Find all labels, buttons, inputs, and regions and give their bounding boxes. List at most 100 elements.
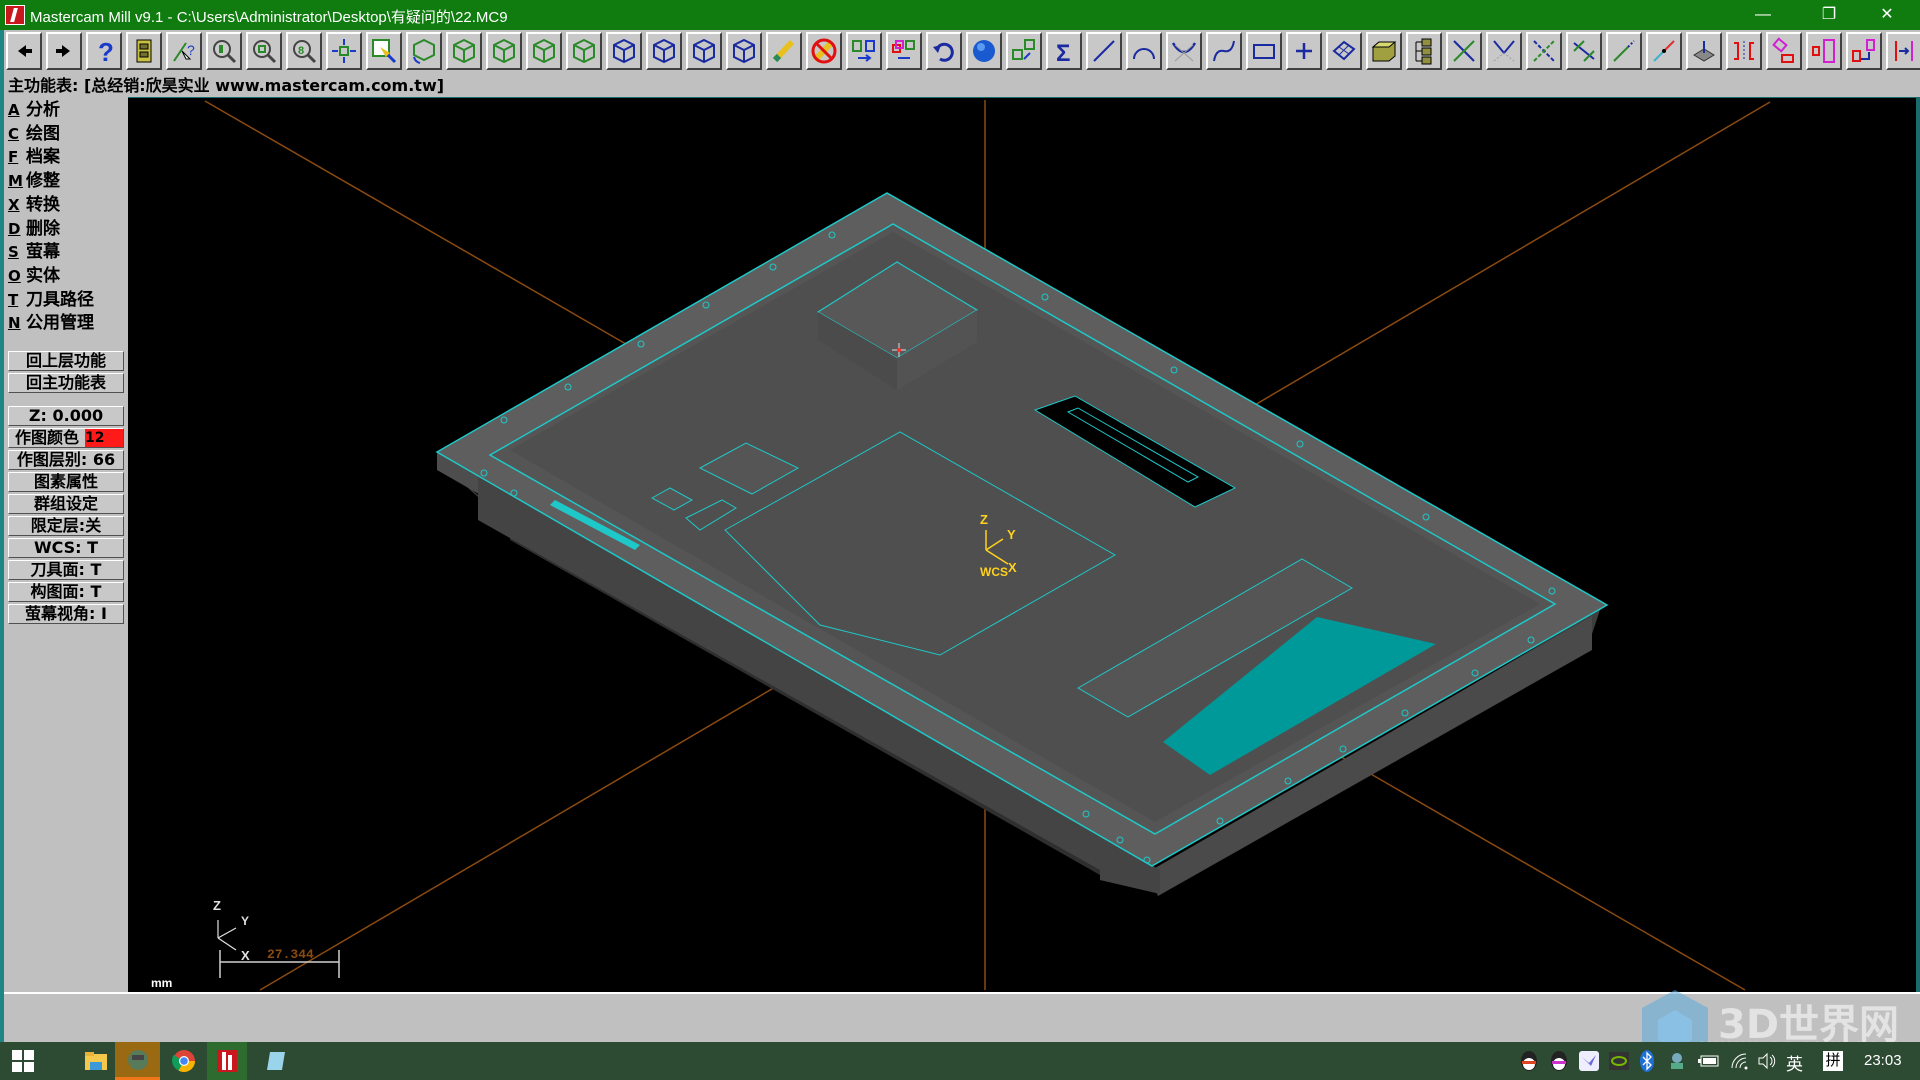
menu-item-o[interactable]: O 实体 xyxy=(8,265,60,288)
tray-qq-2[interactable] xyxy=(1546,1042,1572,1080)
back-up-button[interactable]: 回上层功能 xyxy=(8,351,124,371)
attributes-button[interactable]: 图素属性 xyxy=(8,472,124,492)
tray-qq-1[interactable] xyxy=(1516,1042,1542,1080)
graphics-viewport[interactable]: Z Y X WCS Z Y X 27.344 mm xyxy=(128,98,1916,992)
toolbar-zoom-window-button[interactable] xyxy=(206,32,242,70)
toolbar-fillet-button[interactable] xyxy=(1166,32,1202,70)
toolbar-offset-button[interactable] xyxy=(1886,32,1920,70)
toolbar-select-paint-button[interactable] xyxy=(366,32,402,70)
blue-cube-icon xyxy=(613,38,635,64)
z-depth-button[interactable]: Z: 0.000 xyxy=(8,406,124,426)
toolbar-solids-manager-button[interactable] xyxy=(1006,32,1042,70)
menu-item-s[interactable]: S 萤幕 xyxy=(8,241,60,264)
toolbar-rotate-view-button[interactable] xyxy=(406,32,442,70)
toolbar-cplane-side-button[interactable] xyxy=(686,32,722,70)
mastercam-app-icon[interactable] xyxy=(5,5,25,25)
main-menu-button[interactable]: 回主功能表 xyxy=(8,373,124,393)
toolbar-repaint-button[interactable] xyxy=(766,32,802,70)
color-button[interactable]: 作图颜色 12 xyxy=(8,428,124,448)
toolbar-analyze-sum-button[interactable]: Σ xyxy=(1046,32,1082,70)
tray-battery[interactable] xyxy=(1697,1042,1721,1080)
clock[interactable]: 23:03 xyxy=(1864,1052,1902,1069)
toolbar-create-arc-button[interactable] xyxy=(1126,32,1162,70)
toolbar-shade-button[interactable] xyxy=(966,32,1002,70)
toolbar-view-top-button[interactable] xyxy=(446,32,482,70)
question-icon: ? xyxy=(98,37,114,65)
menu-item-n[interactable]: N 公用管理 xyxy=(8,312,94,335)
tray-nvidia[interactable] xyxy=(1606,1042,1632,1080)
toolbar-extend-button[interactable] xyxy=(1606,32,1642,70)
toolbar-mirror-button[interactable] xyxy=(1726,32,1762,70)
ime-mode[interactable]: 拼 xyxy=(1823,1051,1843,1071)
toolbar-solid-box-button[interactable] xyxy=(1366,32,1402,70)
toolbar-undo-button[interactable] xyxy=(926,32,962,70)
gview-button[interactable]: 萤幕视角: I xyxy=(8,604,124,624)
level-button[interactable]: 作图层别: 66 xyxy=(8,450,124,470)
toolbar-forward-button[interactable] xyxy=(46,32,82,70)
menu-item-f[interactable]: F 档案 xyxy=(8,146,60,169)
toolbar-zoom-8-button[interactable]: 8 xyxy=(286,32,322,70)
zoom-fit-icon xyxy=(253,40,277,64)
toolbar-help-button[interactable]: ? xyxy=(86,32,122,70)
toolbar-spline-button[interactable] xyxy=(1206,32,1242,70)
tray-network-user[interactable] xyxy=(1665,1042,1689,1080)
toolbar-trim-3-button[interactable] xyxy=(1526,32,1562,70)
toolbar-translate-button[interactable] xyxy=(1846,32,1882,70)
tray-bird[interactable] xyxy=(1576,1042,1602,1080)
toolbar-point-button[interactable] xyxy=(1286,32,1322,70)
toolbar-context-help-button[interactable]: ? xyxy=(166,32,202,70)
restore-button[interactable]: ❐ xyxy=(1806,0,1852,30)
wcs-button[interactable]: WCS: T xyxy=(8,538,124,558)
close-button[interactable]: ✕ xyxy=(1864,0,1910,30)
tplane-button[interactable]: 刀具面: T xyxy=(8,560,124,580)
start-button[interactable] xyxy=(8,1042,38,1080)
menu-item-t[interactable]: T 刀具路径 xyxy=(8,289,94,312)
toolbar-cplane-3d-button[interactable] xyxy=(726,32,762,70)
menu-item-m[interactable]: M 修整 xyxy=(8,170,60,193)
taskbar-file-explorer[interactable] xyxy=(74,1042,118,1080)
solids-icon xyxy=(1012,39,1035,60)
toolbar-create-line-button[interactable] xyxy=(1086,32,1122,70)
toolbar-cplane-front-button[interactable] xyxy=(646,32,682,70)
menu-item-c[interactable]: C 绘图 xyxy=(8,123,60,146)
toolbar-project-button[interactable] xyxy=(1686,32,1722,70)
toolbar-zoom-fit-button[interactable] xyxy=(246,32,282,70)
toolbar-scale-button[interactable] xyxy=(1806,32,1842,70)
cplane-button[interactable]: 构图面: T xyxy=(8,582,124,602)
taskbar-chrome[interactable] xyxy=(166,1042,201,1080)
plus-icon xyxy=(1296,43,1312,59)
mask-button[interactable]: 限定层:关 xyxy=(8,516,124,536)
menu-item-d[interactable]: D 删除 xyxy=(8,218,60,241)
toolbar-trim-divide-button[interactable] xyxy=(1566,32,1602,70)
toolbar-clear-colors-button[interactable] xyxy=(806,32,842,70)
toolbar-rotate-button[interactable] xyxy=(1766,32,1802,70)
battery-icon xyxy=(1698,1055,1719,1067)
group-button[interactable]: 群组设定 xyxy=(8,494,124,514)
toolbar-back-button[interactable] xyxy=(6,32,42,70)
tray-wifi[interactable] xyxy=(1728,1042,1752,1080)
toolbar-operations-manager-button[interactable] xyxy=(1406,32,1442,70)
toolbar-pan-button[interactable] xyxy=(326,32,362,70)
toolbar-view-side-button[interactable] xyxy=(526,32,562,70)
toolbar-file-cabinet-button[interactable] xyxy=(126,32,162,70)
taskbar-notepad[interactable] xyxy=(258,1042,293,1080)
toolbar-rectangle-button[interactable] xyxy=(1246,32,1282,70)
toolbar-surface-button[interactable] xyxy=(1326,32,1362,70)
toolbar-trim-1-button[interactable] xyxy=(1446,32,1482,70)
toolbar-move-to-level-button[interactable] xyxy=(846,32,882,70)
taskbar-mastercam[interactable] xyxy=(207,1042,247,1080)
minimize-button[interactable]: — xyxy=(1740,0,1786,30)
tray-bluetooth[interactable] xyxy=(1636,1042,1658,1080)
menu-item-x[interactable]: X 转换 xyxy=(8,194,60,217)
taskbar-app-active[interactable] xyxy=(115,1042,160,1080)
ime-language[interactable]: 英 xyxy=(1786,1050,1803,1075)
toolbar-break-button[interactable] xyxy=(1646,32,1682,70)
toolbar-view-front-button[interactable] xyxy=(486,32,522,70)
toolbar-copy-to-level-button[interactable] xyxy=(886,32,922,70)
menu-item-a[interactable]: A 分析 xyxy=(8,99,60,122)
toolbar-cplane-top-button[interactable] xyxy=(606,32,642,70)
wcs-x-label: X xyxy=(1008,560,1017,575)
toolbar-trim-2-button[interactable] xyxy=(1486,32,1522,70)
tray-volume[interactable] xyxy=(1755,1042,1779,1080)
toolbar-view-iso-button[interactable] xyxy=(566,32,602,70)
